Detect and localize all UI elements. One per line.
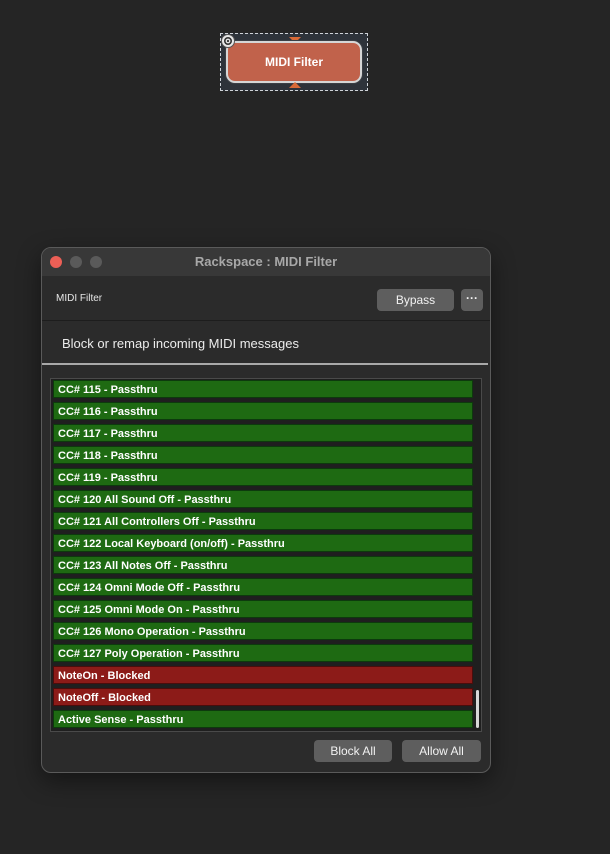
scrollbar[interactable] [474,380,480,730]
more-options-button[interactable]: ··· [461,289,483,311]
list-item[interactable]: NoteOn - Blocked [53,666,473,684]
list-item[interactable]: CC# 122 Local Keyboard (on/off) - Passth… [53,534,473,552]
list-item[interactable]: CC# 116 - Passthru [53,402,473,420]
list-item[interactable]: NoteOff - Blocked [53,688,473,706]
list-item[interactable]: CC# 125 Omni Mode On - Passthru [53,600,473,618]
allow-all-button[interactable]: Allow All [402,740,481,762]
plugin-header: MIDI Filter Bypass ··· [42,276,490,321]
list-item[interactable]: Active Sense - Passthru [53,710,473,728]
block-all-button[interactable]: Block All [314,740,392,762]
list-item[interactable]: CC# 117 - Passthru [53,424,473,442]
plugin-window: Rackspace : MIDI Filter MIDI Filter Bypa… [41,247,491,773]
plugin-name: MIDI Filter [56,293,103,304]
bypass-button[interactable]: Bypass [377,289,454,311]
list-item[interactable]: CC# 120 All Sound Off - Passthru [53,490,473,508]
output-pin[interactable] [289,82,301,88]
titlebar[interactable]: Rackspace : MIDI Filter [42,248,490,277]
list-item[interactable]: CC# 127 Poly Operation - Passthru [53,644,473,662]
list-item[interactable]: CC# 123 All Notes Off - Passthru [53,556,473,574]
midi-message-rows: CC# 115 - Passthru CC# 116 - Passthru CC# … [53,380,473,732]
subtitle-bar: Block or remap incoming MIDI messages [42,321,488,365]
list-item[interactable]: CC# 118 - Passthru [53,446,473,464]
plugin-description: Block or remap incoming MIDI messages [62,336,299,351]
plugin-block-label: MIDI Filter [264,55,323,69]
window-title: Rackspace : MIDI Filter [194,254,338,269]
gear-icon[interactable] [221,34,235,48]
list-item[interactable]: CC# 124 Omni Mode Off - Passthru [53,578,473,596]
plugin-block-body[interactable]: MIDI Filter [226,41,362,83]
list-item[interactable]: CC# 126 Mono Operation - Passthru [53,622,473,640]
list-item[interactable]: CC# 119 - Passthru [53,468,473,486]
list-item[interactable]: CC# 115 - Passthru [53,380,473,398]
midi-message-list[interactable]: CC# 115 - Passthru CC# 116 - Passthru CC# … [50,378,482,732]
plugin-block-midi-filter[interactable]: MIDI Filter [220,33,368,91]
list-item[interactable]: CC# 121 All Controllers Off - Passthru [53,512,473,530]
scrollbar-thumb[interactable] [476,690,479,728]
